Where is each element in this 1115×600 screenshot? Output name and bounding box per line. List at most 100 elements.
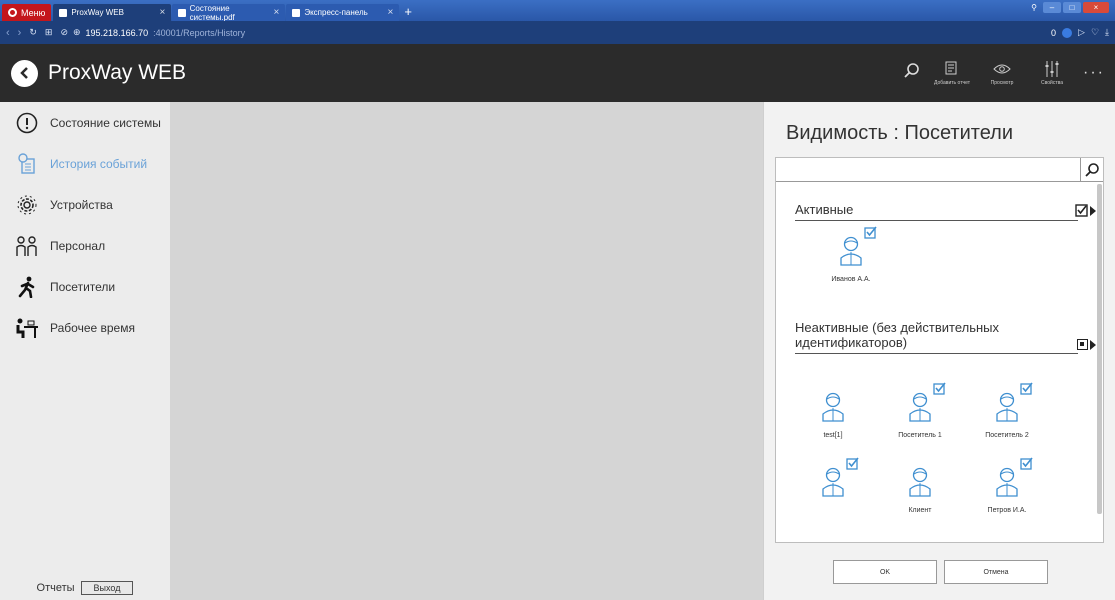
sidebar: Состояние системы История событий Устрой… [0,102,170,600]
tab-title: Экспресс-панель [304,8,368,17]
browser-address-bar: ‹ › ↻ ⊞ ⊘ ⊕ 195.218.166.70:40001/Reports… [0,21,1115,44]
search-input[interactable] [776,158,1079,181]
back-button[interactable] [11,59,38,87]
visitor-checkbox[interactable] [864,226,877,239]
opera-logo-icon [8,8,17,17]
eye-icon [993,64,1011,74]
group-title: Активные [795,202,854,217]
visitor-checkbox[interactable] [1020,382,1033,395]
close-icon[interactable]: × [273,7,279,18]
sidebar-item-event-history[interactable]: История событий [0,143,170,184]
visitor-card[interactable]: Посетитель 2 [967,382,1047,439]
grid-icon [292,8,301,17]
reload-icon[interactable]: ↻ [29,27,37,38]
sidebar-item-staff[interactable]: Персонал [0,225,170,266]
visitor-card[interactable]: test[1] [793,388,873,439]
view-label: Просмотр [990,80,1014,86]
window-close-button[interactable]: × [1083,2,1109,13]
url-field[interactable]: ⊘ ⊕ 195.218.166.70:40001/Reports/History [60,27,245,38]
visitor-card[interactable]: Петров И.А. [967,457,1047,514]
close-icon[interactable]: × [159,7,165,18]
address-bar-right: 0 ▷ ♡ ⤓ [1051,27,1109,38]
expand-arrow-icon[interactable] [1090,205,1096,216]
search-icon [904,62,919,78]
visitor-card[interactable]: Посетитель 1 [880,382,960,439]
sidebar-item-system-state[interactable]: Состояние системы [0,102,170,143]
send-icon[interactable]: ▷ [1078,27,1085,38]
sliders-icon [1045,61,1059,77]
app-title: ProxWay WEB [48,61,187,84]
forward-arrow-icon[interactable]: › [18,27,22,39]
sidebar-item-label: Посетители [50,279,116,294]
browser-tab-proxway[interactable]: ProxWay WEB × [53,4,172,21]
visitor-name: Посетитель 2 [985,432,1029,439]
window-controls: ⚲ – □ × [1027,2,1109,13]
url-path: :40001/Reports/History [153,27,246,38]
document-icon [178,8,186,17]
visitor-checkbox[interactable] [846,457,859,470]
close-icon[interactable]: × [387,7,393,18]
visitor-card[interactable]: Иванов А.А. [811,226,891,283]
visitor-checkbox[interactable] [1020,457,1033,470]
search-button[interactable] [1080,158,1103,182]
sidebar-item-devices[interactable]: Устройства [0,184,170,225]
visitor-card[interactable] [793,457,873,507]
group-header: Неактивные (без действительных идентифик… [795,320,1096,354]
history-icon [14,151,40,177]
browser-tab-speed-dial[interactable]: Экспресс-панель × [286,4,400,21]
sidebar-item-label: Состояние системы [50,115,161,130]
group-controls [1077,339,1096,350]
sidebar-item-work-time[interactable]: Рабочее время [0,307,170,348]
user-icon [909,467,931,497]
visitor-name: Петров И.А. [987,507,1027,514]
browser-menu-button[interactable]: Меню [2,4,52,21]
header-actions: Добавить отчет Просмотр Свойства ··· [903,44,1105,102]
search-button[interactable] [903,62,921,85]
browser-tab-pdf[interactable]: Состояние системы.pdf × [172,4,286,22]
sidebar-item-label: Персонал [50,238,106,253]
visitor-name: Иванов А.А. [831,276,871,283]
info-icon [14,110,40,136]
new-tab-icon[interactable]: + [404,4,412,19]
globe-icon: ⊕ [72,27,81,37]
group-active: Активные [795,202,1096,221]
sidebar-footer: Отчеты Выход [0,576,170,600]
more-icon[interactable]: ··· [1083,64,1105,82]
sidebar-item-visitors[interactable]: Посетители [0,266,170,307]
gears-icon [14,192,40,218]
desk-icon [14,315,40,341]
visitor-name: Клиент [908,507,932,514]
visitors-list-box: Активные Иванов А.А. Неактивные (без дей [775,157,1104,543]
maximize-button[interactable]: □ [1063,2,1081,13]
sidebar-item-label: Устройства [50,197,113,212]
properties-button[interactable]: Свойства [1033,60,1071,86]
back-arrow-icon[interactable]: ‹ [6,27,10,39]
exit-button[interactable]: Выход [80,581,134,595]
visitor-card[interactable]: Клиент [880,463,960,514]
sidebar-item-label: История событий [50,156,148,171]
tabs-grid-icon[interactable]: ⊞ [45,27,53,38]
expand-arrow-icon[interactable] [1090,339,1096,350]
minimize-button[interactable]: – [1043,2,1061,13]
vpn-icon[interactable] [1062,27,1073,38]
browser-menu-label: Меню [21,7,46,18]
download-icon[interactable]: ⤓ [1105,27,1109,38]
screen: Меню ProxWay WEB × Состояние системы.pdf… [0,0,1115,600]
page-icon [59,8,68,17]
scrollbar[interactable] [1097,184,1102,514]
view-button[interactable]: Просмотр [983,60,1021,86]
ok-button[interactable]: OK [833,560,937,584]
heart-icon[interactable]: ♡ [1091,27,1099,38]
visitor-name: Посетитель 1 [898,432,942,439]
visitor-checkbox[interactable] [933,382,946,395]
reports-link[interactable]: Отчеты [37,582,75,594]
filter-icon[interactable]: ⚲ [1027,2,1041,13]
group-checkbox[interactable] [1075,204,1088,217]
add-report-label: Добавить отчет [934,80,970,86]
staff-icon [14,233,40,259]
group-checkbox[interactable] [1077,339,1088,350]
report-content-area [170,102,763,600]
group-title: Неактивные (без действительных идентифик… [795,320,1000,350]
add-report-button[interactable]: Добавить отчет [933,60,971,86]
cancel-button[interactable]: Отмена [944,560,1048,584]
